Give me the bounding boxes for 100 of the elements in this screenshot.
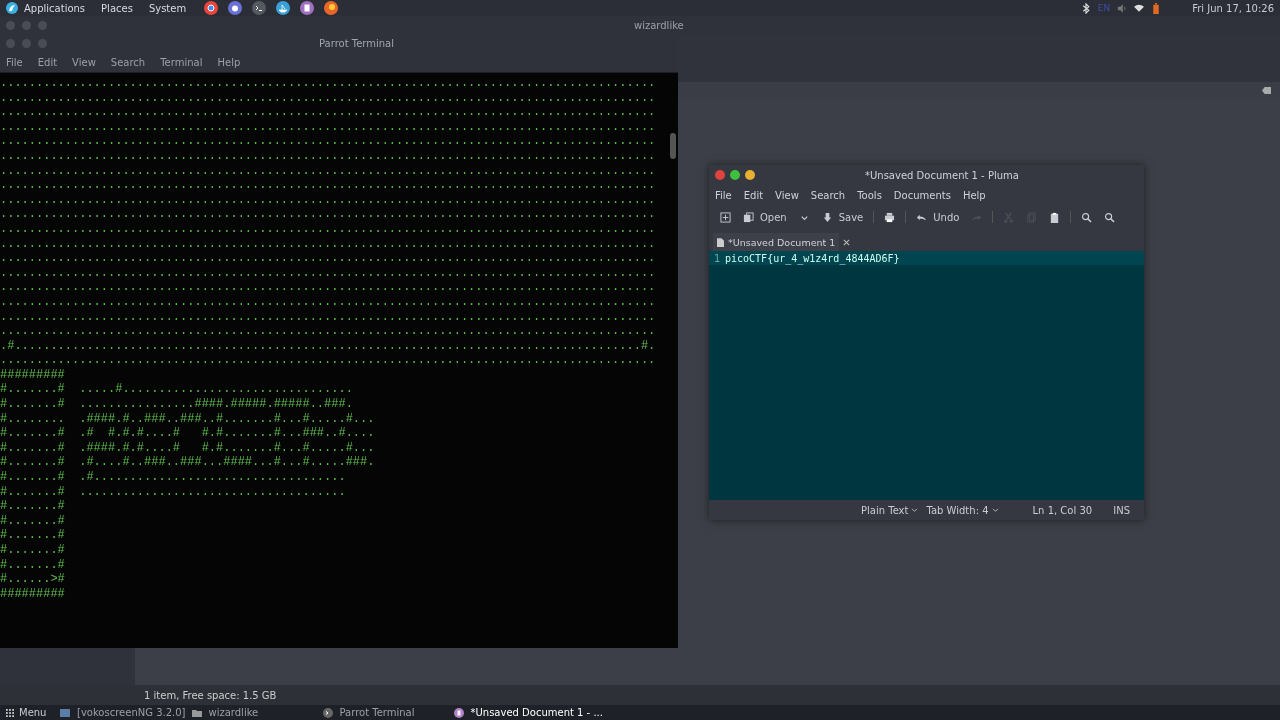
terminal-line: ........................................................................................... [0, 294, 656, 310]
editor-icon [453, 707, 464, 718]
terminal-line: ........................................................................................... [0, 309, 656, 325]
grid-icon [6, 708, 14, 717]
menu-item[interactable]: Documents [893, 189, 951, 201]
printer-icon [884, 211, 896, 223]
app-launcher-icon[interactable] [276, 1, 291, 15]
search-icon [1081, 211, 1093, 223]
wifi-icon[interactable] [1134, 2, 1145, 14]
app-icon [60, 707, 70, 718]
folder-icon [191, 707, 202, 718]
terminal-line: #.......# .....#................................ [0, 382, 353, 398]
menu-item[interactable]: Help [217, 56, 241, 68]
app-launcher-icon[interactable] [300, 1, 315, 15]
terminal-line: ........................................................................................... [0, 236, 656, 252]
clock[interactable]: Fri Jun 17, 10:26 [1192, 2, 1274, 14]
documents-icon [743, 211, 754, 223]
terminal-line: ........................................................................................... [0, 221, 656, 237]
battery-icon[interactable] [1151, 2, 1162, 14]
taskbar-item[interactable]: [vokoscreenNG 3.2.0] [60, 705, 192, 720]
document-icon [717, 237, 724, 247]
terminal-line: ######### [0, 367, 65, 383]
window-title: Parrot Terminal [319, 38, 394, 49]
save-button[interactable]: Save [816, 209, 869, 225]
taskbar-item[interactable]: Parrot Terminal [322, 705, 454, 720]
status-text: 1 item, Free space: 1.5 GB [144, 689, 277, 701]
terminal-line: #.......# .#....#..###..###...####...#...#.....###. [0, 455, 375, 471]
menu-item[interactable]: Search [110, 56, 146, 68]
maximize-button[interactable] [730, 170, 740, 180]
volume-icon[interactable] [1117, 2, 1128, 14]
terminal-line: ........................................................................................... [0, 265, 656, 281]
terminal-line: #.......# [0, 499, 65, 514]
scrollbar-thumb[interactable] [670, 133, 676, 159]
terminal-line: ........................................................................................... [0, 119, 656, 135]
menu-item[interactable]: Search [810, 189, 846, 201]
terminal-line: #.......# ................####.#####.#####..###. [0, 397, 353, 412]
menu-item[interactable]: Help [962, 189, 986, 201]
taskbar-item[interactable]: wizardlike [191, 705, 323, 720]
terminal-line: ........................................................................................... [0, 280, 656, 295]
menu-item[interactable]: File [715, 189, 732, 201]
app-launcher-icon[interactable] [204, 1, 219, 15]
terminal-line: #.......# [0, 543, 65, 558]
cursor-position: Ln 1, Col 30 [1032, 504, 1093, 516]
window-title: wizardlike [634, 20, 684, 31]
menu-item[interactable]: Terminal [160, 56, 203, 68]
minimize-button[interactable] [745, 170, 755, 180]
terminal-line: ######### [0, 586, 65, 602]
terminal-line: #.......# [0, 513, 65, 529]
caret-icon [911, 507, 919, 513]
terminal-line: ........................................................................................... [0, 134, 656, 149]
terminal-line: ........................................................................................... [0, 105, 656, 120]
menu-button[interactable]: Menu [0, 707, 60, 718]
terminal-line: ........................................................................................... [0, 324, 656, 339]
language-dropdown[interactable]: Plain Text [857, 504, 923, 516]
menu-item[interactable]: View [72, 56, 96, 68]
terminal-line: #.......# .#................................... [0, 470, 346, 485]
terminal-line: ........................................................................................... [0, 76, 656, 91]
terminal-line: ........................................................................................... [0, 353, 656, 368]
terminal-line: ........................................................................................... [0, 192, 656, 208]
menu-item[interactable]: Edit [743, 189, 764, 201]
clipboard-icon [1049, 211, 1061, 223]
terminal-line: #.......# ..................................... [0, 484, 346, 500]
panel-menu[interactable]: Applications [24, 2, 86, 14]
menu-item[interactable]: File [6, 56, 23, 68]
app-launcher-icon[interactable] [228, 1, 243, 15]
insert-mode: INS [1113, 504, 1130, 516]
app-launcher-icon[interactable] [324, 1, 339, 15]
menu-item[interactable]: Edit [37, 56, 58, 68]
plus-icon [720, 211, 731, 223]
terminal-line: ........................................................................................... [0, 178, 656, 193]
terminal-launcher-icon[interactable] [252, 1, 267, 15]
window-title: *Unsaved Document 1 - Pluma [865, 169, 1019, 181]
taskbar-item[interactable]: *Unsaved Document 1 - ... [453, 705, 609, 720]
tab-width-dropdown[interactable]: Tab Width: 4 [922, 504, 1003, 516]
terminal-icon [322, 707, 333, 718]
search-icon [1104, 211, 1116, 223]
menu-item[interactable]: Tools [857, 189, 882, 201]
terminal-line: #.......# [0, 557, 65, 573]
terminal-line: ........................................................................................... [0, 90, 656, 106]
close-button[interactable] [715, 170, 725, 180]
terminal-line: ........................................................................................... [0, 207, 656, 222]
terminal-line: #.......# .# #.#.#....# #.#.......#...###..#.... [0, 426, 375, 441]
document-tab[interactable]: *Unsaved Document 1 [713, 233, 840, 251]
backspace-icon[interactable] [1261, 86, 1272, 95]
terminal-line: #......># [0, 572, 65, 587]
code-line: picoCTF{ur_4_w1z4rd_4844AD6F} [725, 252, 900, 264]
bluetooth-icon[interactable] [1080, 2, 1091, 14]
close-icon[interactable] [843, 239, 851, 246]
terminal-line: #.......# .####.#.#....# #.#.......#...#.....#... [0, 440, 375, 456]
caret-icon [991, 507, 999, 513]
panel-menu[interactable]: Places [101, 2, 133, 14]
panel-menu[interactable]: System [148, 2, 187, 14]
open-button[interactable]: Open [738, 209, 792, 225]
terminal-line: ........................................................................................... [0, 251, 656, 266]
terminal-line: ........................................................................................... [0, 148, 656, 164]
undo-button[interactable]: Undo [911, 209, 965, 225]
menu-item[interactable]: View [775, 189, 799, 201]
terminal-line: .#.......................................................................................#. [0, 338, 656, 354]
parrot-logo-icon[interactable] [6, 2, 18, 14]
terminal-line: ........................................................................................... [0, 163, 656, 179]
